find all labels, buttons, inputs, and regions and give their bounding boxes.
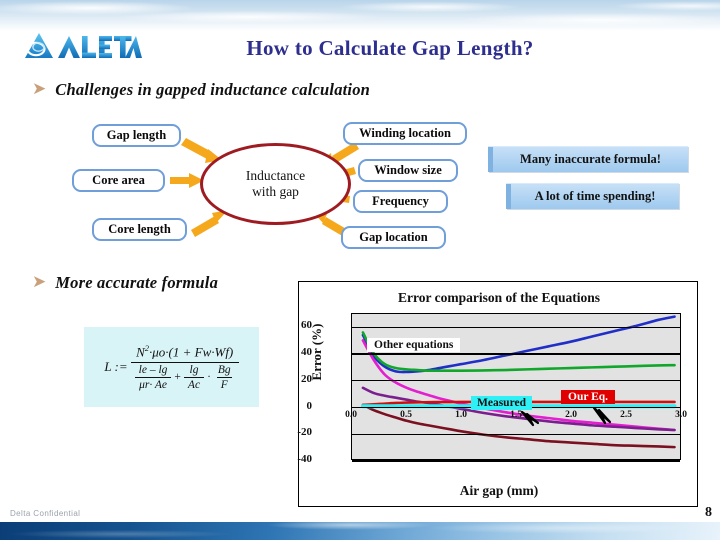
footer-wave-banner — [0, 522, 720, 540]
formula-main-fraction: N2·μo·(1 + Fw·Wf) le – lg μr· Ae + lg Ac… — [130, 343, 239, 391]
bullet-more-accurate-label: More accurate formula — [55, 273, 219, 292]
chart-gridline — [352, 460, 680, 462]
bullet-arrow-icon: ➤ — [32, 271, 47, 292]
bullet-challenges: ➤ Challenges in gapped inductance calcul… — [32, 80, 370, 100]
chart-x-tick-label: 0.5 — [400, 409, 412, 420]
chart-y-tick-label: -40 — [297, 453, 312, 465]
mindmap-box-core-area: Core area — [72, 169, 165, 192]
chart-plot-area — [351, 313, 681, 462]
mindmap-box-gap-length: Gap length — [92, 124, 181, 147]
chart-y-tick-label: -20 — [297, 426, 312, 439]
confidential-notice: Delta Confidential — [10, 509, 81, 518]
mindmap-diagram: Gap length Core area Core length Winding… — [60, 122, 480, 260]
formula-den-right-fraction-2: Bg F — [214, 364, 235, 391]
chart-gridline — [352, 380, 680, 382]
chart-y-tick-label: 20 — [301, 372, 312, 385]
page-number: 8 — [705, 505, 712, 520]
mindmap-box-label: Frequency — [372, 194, 429, 208]
chart-gridline — [352, 433, 680, 435]
mindmap-center-line2: with gap — [252, 184, 299, 199]
bullet-arrow-icon: ➤ — [32, 78, 47, 99]
mindmap-box-gap-location: Gap location — [341, 226, 446, 249]
chart-x-tick-label: 0.0 — [345, 409, 357, 420]
formula-den-right-num-2: Bg — [217, 363, 231, 376]
chart-x-tick-label: 1.0 — [455, 409, 467, 420]
mindmap-box-label: Core area — [92, 173, 145, 187]
callout-label: Many inaccurate formula! — [520, 152, 661, 166]
bullet-more-accurate-formula: ➤ More accurate formula — [32, 273, 218, 293]
chart-y-tick-label: 60 — [301, 319, 312, 332]
formula-N: N — [136, 344, 145, 360]
bullet-challenges-label: Challenges in gapped inductance calculat… — [55, 80, 371, 99]
formula-numerator-rest: ·μo·(1 + Fw·Wf) — [149, 344, 234, 360]
chart-annotation-measured: Measured — [471, 396, 532, 410]
formula-denominator: le – lg μr· Ae + lg Ac · Bg F — [130, 361, 239, 391]
chart-x-tick-label: 2.5 — [620, 409, 632, 420]
formula-dot-operator: · — [207, 371, 211, 384]
formula-den-right-fraction-1: lg Ac — [183, 363, 205, 391]
chart-gridline — [352, 326, 680, 328]
formula-den-right-num-1: lg — [189, 363, 199, 376]
formula-lhs: L := — [104, 358, 128, 374]
header-sky-banner — [0, 0, 720, 31]
formula-numerator: N2·μo·(1 + Fw·Wf) — [132, 343, 237, 361]
formula-den-right-den-1: Ac — [183, 376, 205, 391]
delta-logo — [22, 30, 142, 62]
inductance-formula: L := N2·μo·(1 + Fw·Wf) le – lg μr· Ae + … — [84, 327, 259, 407]
chart-x-axis-label: Air gap (mm) — [459, 483, 539, 498]
chart-annotation-our-eq: Our Eq. — [561, 390, 616, 404]
callout-label: A lot of time spending! — [534, 189, 656, 203]
formula-den-right-den-2: F — [216, 376, 232, 391]
mindmap-box-label: Gap length — [106, 128, 167, 142]
chart-x-tick-label: 1.5 — [510, 409, 522, 420]
mindmap-box-label: Gap location — [359, 230, 428, 244]
mindmap-box-window-size: Window size — [358, 159, 458, 182]
mindmap-box-winding-location: Winding location — [343, 122, 467, 145]
formula-den-left-num: le – lg — [138, 363, 168, 376]
formula-plus-sign: + — [174, 371, 181, 384]
mindmap-center-node: Inductance with gap — [200, 143, 351, 225]
mindmap-box-label: Winding location — [359, 126, 451, 140]
chart-y-tick-label: 40 — [301, 346, 312, 359]
mindmap-box-frequency: Frequency — [353, 190, 448, 213]
chart-title: Error comparison of the Equations — [397, 290, 600, 305]
chart-x-tick-label: 3.0 — [675, 409, 687, 420]
mindmap-center-line1: Inductance — [245, 168, 306, 184]
callout-many-inaccurate-formula: Many inaccurate formula! — [488, 146, 688, 172]
chart-y-tick-label: 0 — [306, 399, 313, 412]
formula-den-left-fraction: le – lg μr· Ae — [135, 364, 172, 391]
mindmap-box-label: Window size — [374, 163, 442, 177]
chart-annotation-other-equations: Other equations — [367, 338, 461, 352]
mindmap-box-core-length: Core length — [92, 218, 187, 241]
chart-series-layer — [352, 314, 680, 459]
formula-den-left-den: μr· Ae — [135, 376, 171, 391]
mindmap-box-label: Core length — [108, 222, 171, 236]
error-comparison-chart: Error comparison of the Equations Error … — [297, 281, 698, 507]
chart-gridline — [352, 353, 680, 355]
chart-x-tick-label: 2.0 — [565, 409, 577, 420]
callout-a-lot-of-time-spending: A lot of time spending! — [506, 183, 679, 209]
page-title: How to Calculate Gap Length? — [246, 36, 534, 60]
